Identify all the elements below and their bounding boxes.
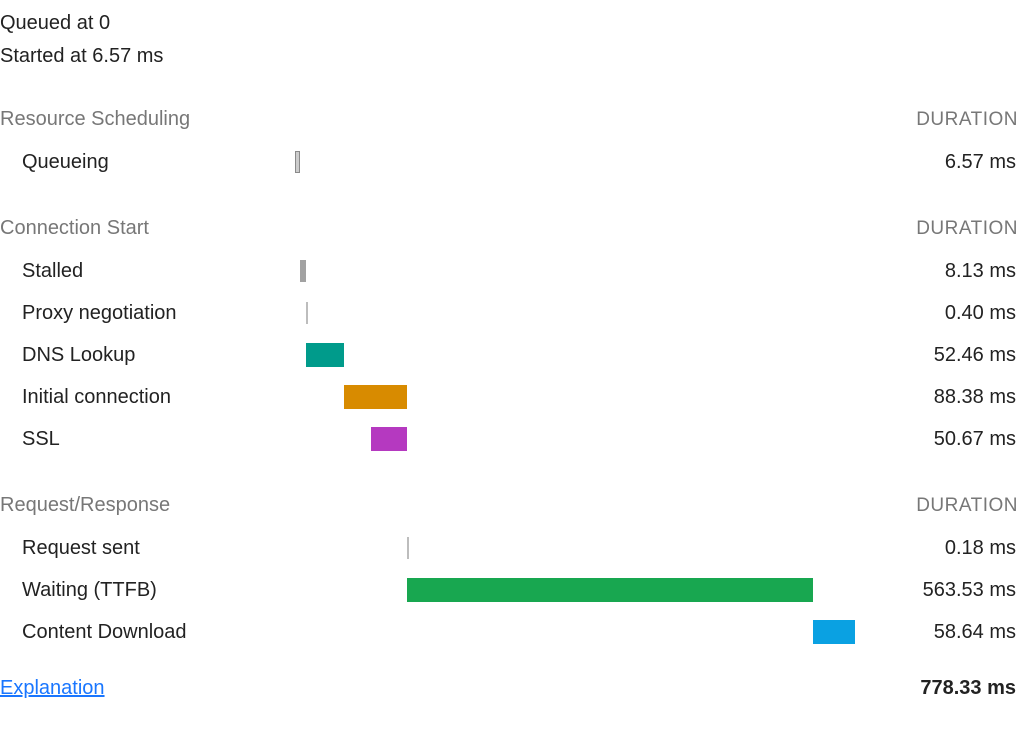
- timing-bar: [407, 537, 409, 559]
- explanation-link[interactable]: Explanation: [0, 677, 105, 700]
- timing-bar: [306, 302, 308, 324]
- timing-bar-track: [295, 619, 855, 645]
- timing-bar: [306, 343, 344, 367]
- timing-bar: [300, 260, 306, 282]
- timing-bar: [295, 151, 300, 173]
- timing-row-queueing: Queueing 6.57 ms: [0, 141, 1018, 183]
- timing-row-dns: DNS Lookup 52.46 ms: [0, 334, 1018, 376]
- timing-value: 88.38 ms: [855, 386, 1018, 409]
- timing-label: Proxy negotiation: [0, 302, 295, 325]
- timing-value: 52.46 ms: [855, 344, 1018, 367]
- timing-row-request: Request sent 0.18 ms: [0, 527, 1018, 569]
- duration-heading: DURATION: [916, 495, 1018, 517]
- timing-row-waiting: Waiting (TTFB) 563.53 ms: [0, 569, 1018, 611]
- timing-value: 58.64 ms: [855, 621, 1018, 644]
- timing-bar-track: [295, 535, 855, 561]
- timing-bar-track: [295, 342, 855, 368]
- timing-value: 6.57 ms: [855, 151, 1018, 174]
- timing-label: Request sent: [0, 537, 295, 560]
- queued-at-line: Queued at 0: [0, 8, 1018, 41]
- timing-row-download: Content Download 58.64 ms: [0, 611, 1018, 653]
- timing-row-proxy: Proxy negotiation 0.40 ms: [0, 292, 1018, 334]
- timing-value: 8.13 ms: [855, 260, 1018, 283]
- timing-row-initial: Initial connection 88.38 ms: [0, 376, 1018, 418]
- timing-value: 563.53 ms: [855, 579, 1018, 602]
- timing-bar: [344, 385, 408, 409]
- timing-label: SSL: [0, 428, 295, 451]
- timing-label: Stalled: [0, 260, 295, 283]
- timing-label: DNS Lookup: [0, 344, 295, 367]
- timing-bar-track: [295, 426, 855, 452]
- section-header: Resource Scheduling DURATION: [0, 102, 1018, 141]
- timing-bar-track: [295, 149, 855, 175]
- timing-label: Initial connection: [0, 386, 295, 409]
- timing-bar-track: [295, 577, 855, 603]
- timing-bar-track: [295, 258, 855, 284]
- timing-row-ssl: SSL 50.67 ms: [0, 418, 1018, 460]
- footer: Explanation 778.33 ms: [0, 653, 1018, 700]
- section-title: Connection Start: [0, 217, 149, 240]
- timing-value: 50.67 ms: [855, 428, 1018, 451]
- section-title: Resource Scheduling: [0, 108, 190, 131]
- timing-label: Waiting (TTFB): [0, 579, 295, 602]
- timing-bar-track: [295, 384, 855, 410]
- section-title: Request/Response: [0, 494, 170, 517]
- timing-value: 0.18 ms: [855, 537, 1018, 560]
- duration-heading: DURATION: [916, 218, 1018, 240]
- timing-bar: [407, 578, 812, 602]
- timing-label: Content Download: [0, 621, 295, 644]
- timing-bar: [371, 427, 407, 451]
- timing-row-stalled: Stalled 8.13 ms: [0, 250, 1018, 292]
- total-duration: 778.33 ms: [105, 677, 1018, 700]
- timing-sections: Resource Scheduling DURATION Queueing 6.57 …: [0, 74, 1018, 653]
- timing-bar-track: [295, 300, 855, 326]
- duration-heading: DURATION: [916, 109, 1018, 131]
- timing-label: Queueing: [0, 151, 295, 174]
- timing-value: 0.40 ms: [855, 302, 1018, 325]
- started-at-line: Started at 6.57 ms: [0, 41, 1018, 74]
- timing-bar: [813, 620, 855, 644]
- section-header: Request/Response DURATION: [0, 488, 1018, 527]
- section-header: Connection Start DURATION: [0, 211, 1018, 250]
